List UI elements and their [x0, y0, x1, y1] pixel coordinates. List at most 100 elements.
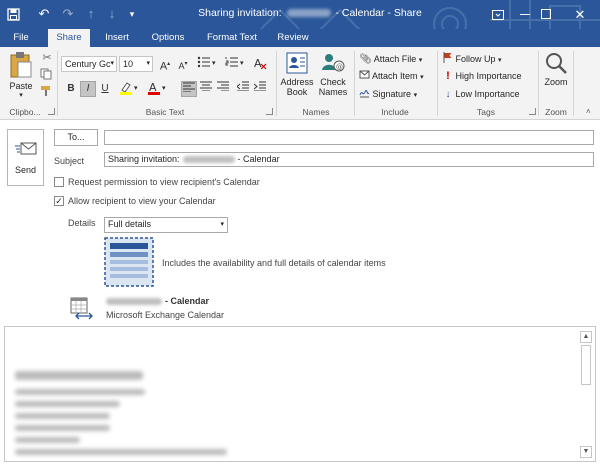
- chevron-down-icon: ▾: [498, 57, 502, 64]
- increase-indent-icon[interactable]: [252, 81, 268, 97]
- low-importance-label: Low Importance: [455, 89, 520, 99]
- highlight-icon[interactable]: [118, 81, 134, 97]
- send-button[interactable]: Send: [7, 129, 44, 186]
- signature-button[interactable]: Signature ▾: [359, 86, 417, 102]
- svg-text:@: @: [336, 63, 343, 71]
- to-button[interactable]: To...: [54, 129, 98, 146]
- group-separator: [538, 51, 539, 116]
- save-icon[interactable]: [4, 5, 22, 23]
- font-name-select[interactable]: Century Gc ▾: [61, 56, 117, 72]
- group-separator: [573, 51, 574, 116]
- calendar-details-icon: [104, 237, 154, 287]
- paperclip-icon: 📎︎: [359, 54, 372, 65]
- chevron-down-icon: ▾: [420, 74, 424, 81]
- italic-button[interactable]: I: [80, 81, 96, 97]
- group-separator: [437, 51, 438, 116]
- attach-file-label: Attach File: [373, 54, 417, 64]
- bullets-dropdown-icon[interactable]: ▾: [212, 56, 216, 72]
- close-icon[interactable]: ✕: [560, 0, 600, 29]
- basic-text-launcher[interactable]: [266, 108, 273, 115]
- up-arrow-icon[interactable]: ↑: [84, 5, 98, 23]
- high-importance-label: High Importance: [455, 71, 522, 81]
- zoom-label: Zoom: [544, 77, 568, 87]
- format-painter-icon[interactable]: [40, 85, 54, 99]
- font-size-value: 10: [123, 59, 134, 69]
- cut-icon[interactable]: ✂: [40, 51, 54, 65]
- paste-button[interactable]: Paste ▾: [6, 51, 36, 103]
- follow-up-button[interactable]: Follow Up ▾: [443, 51, 502, 67]
- tab-file[interactable]: File: [6, 29, 36, 47]
- calendar-type: Microsoft Exchange Calendar: [106, 310, 225, 320]
- numbering-dropdown-icon[interactable]: ▾: [240, 56, 244, 72]
- chevron-down-icon: ▾: [146, 60, 150, 67]
- redacted-signature-line: [15, 413, 110, 419]
- address-book-label: Book: [286, 87, 308, 97]
- request-permission-label: Request permission to view recipient's C…: [68, 177, 260, 187]
- redacted-signature-line: [15, 437, 80, 443]
- names-group-label: Names: [302, 107, 330, 117]
- allow-recipient-checkbox[interactable]: ✓: [54, 196, 64, 206]
- tab-options[interactable]: Options: [144, 29, 192, 47]
- font-size-select[interactable]: 10 ▾: [119, 56, 153, 72]
- tab-insert[interactable]: Insert: [96, 29, 138, 47]
- scroll-down-icon[interactable]: ▼: [580, 446, 592, 458]
- tab-review[interactable]: Review: [272, 29, 314, 47]
- exclamation-icon: !: [446, 70, 450, 82]
- chevron-down-icon: ▾: [418, 57, 423, 64]
- zoom-button[interactable]: Zoom: [541, 51, 571, 103]
- scrollbar-thumb[interactable]: [581, 345, 591, 385]
- redacted-signature-line: [15, 425, 110, 431]
- high-importance-button[interactable]: ! High Importance: [443, 68, 522, 84]
- tab-share[interactable]: Share: [48, 29, 90, 47]
- tab-format-text[interactable]: Format Text: [200, 29, 264, 47]
- redacted-signature-line: [15, 449, 227, 455]
- underline-button[interactable]: U: [97, 81, 113, 97]
- align-left-icon[interactable]: [181, 81, 197, 97]
- redo-icon[interactable]: ↷: [59, 5, 77, 23]
- subject-label: Subject: [54, 156, 85, 166]
- scroll-up-icon[interactable]: ▲: [580, 331, 592, 343]
- font-color-icon[interactable]: A: [146, 81, 162, 97]
- grow-font-icon[interactable]: A▴: [157, 56, 173, 73]
- address-book-label: Address: [280, 77, 314, 87]
- bullets-icon[interactable]: [196, 56, 212, 72]
- undo-icon[interactable]: ↶: [35, 5, 53, 23]
- details-select[interactable]: Full details ▾: [104, 217, 228, 233]
- tags-launcher[interactable]: [529, 108, 536, 115]
- redacted-name: [286, 9, 331, 18]
- clear-formatting-icon[interactable]: A: [252, 56, 268, 72]
- copy-icon[interactable]: [40, 68, 54, 82]
- customize-quick-access-icon[interactable]: ▾: [126, 5, 138, 23]
- decrease-indent-icon[interactable]: [235, 81, 251, 97]
- attach-file-button[interactable]: 📎︎ Attach File ▾: [359, 51, 422, 67]
- calendar-name: - Calendar: [106, 296, 209, 306]
- to-field[interactable]: [104, 130, 594, 145]
- redacted-signature-line: [15, 389, 145, 395]
- chevron-down-icon: ▾: [110, 60, 114, 67]
- subject-field[interactable]: Sharing invitation: - Calendar: [104, 152, 594, 167]
- paste-label: Paste: [9, 81, 33, 91]
- zoom-group-label: Zoom: [545, 107, 567, 117]
- bold-button[interactable]: B: [63, 81, 79, 97]
- font-color-dropdown-icon[interactable]: ▾: [162, 81, 166, 97]
- numbering-icon[interactable]: [224, 56, 240, 72]
- chevron-down-icon: ▾: [220, 221, 224, 228]
- message-body[interactable]: [4, 326, 596, 462]
- address-book-button[interactable]: Address Book: [280, 51, 314, 105]
- attach-item-button[interactable]: Attach Item ▾: [359, 68, 424, 84]
- magnifier-icon: [546, 53, 567, 74]
- low-importance-button[interactable]: ↓ Low Importance: [443, 86, 520, 102]
- collapse-ribbon-icon[interactable]: ˄: [586, 107, 591, 116]
- align-center-icon[interactable]: [198, 81, 214, 97]
- clipboard-launcher[interactable]: [48, 108, 55, 115]
- check-names-button[interactable]: @ Check Names: [316, 51, 350, 105]
- attach-item-icon: [359, 70, 370, 79]
- body-scrollbar[interactable]: ▲ ▼: [580, 331, 592, 458]
- chevron-down-icon: ▾: [413, 92, 418, 99]
- highlight-dropdown-icon[interactable]: ▾: [134, 81, 138, 97]
- request-permission-checkbox[interactable]: [54, 177, 64, 187]
- svg-text:A: A: [254, 57, 262, 70]
- shrink-font-icon[interactable]: A▾: [175, 56, 191, 72]
- down-arrow-icon[interactable]: ↓: [105, 5, 119, 23]
- align-right-icon[interactable]: [215, 81, 231, 97]
